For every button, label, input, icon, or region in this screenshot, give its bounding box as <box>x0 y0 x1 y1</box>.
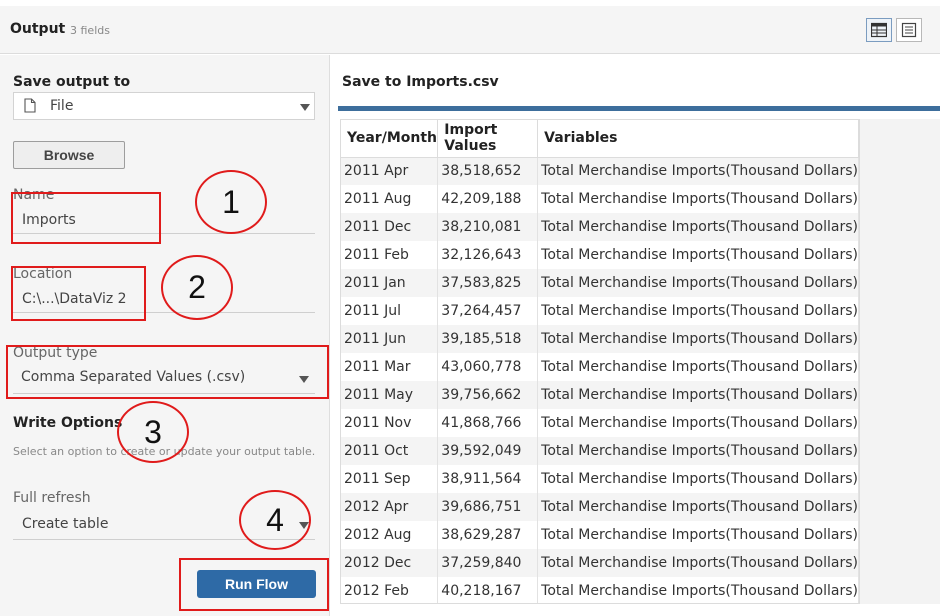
cell-year-month: 2011 Nov <box>341 409 439 437</box>
cell-variable: Total Merchandise Imports(Thousand Dolla… <box>537 213 859 241</box>
column-header-year-month[interactable]: Year/Month <box>341 120 439 158</box>
cell-variable: Total Merchandise Imports(Thousand Dolla… <box>537 549 859 577</box>
browse-button[interactable]: Browse <box>13 141 125 169</box>
write-options-label: Write Options <box>13 415 123 431</box>
table-row: 2011 Apr 38,518,652 Total Merchandise Impo… <box>341 157 859 185</box>
cell-year-month: 2011 Aug <box>341 185 439 213</box>
save-output-value: File <box>50 98 74 114</box>
save-output-label: Save output to <box>13 74 131 90</box>
cell-year-month: 2011 Jun <box>341 325 439 353</box>
annotation-box-name <box>11 192 161 244</box>
chevron-down-icon <box>300 104 310 111</box>
preview-table: Year/Month Import Values Variables 2011 … <box>341 120 859 603</box>
cell-variable: Total Merchandise Imports(Thousand Dolla… <box>537 269 859 297</box>
column-header-import-values[interactable]: Import Values <box>437 120 539 158</box>
cell-variable: Total Merchandise Imports(Thousand Dolla… <box>537 241 859 269</box>
cell-variable: Total Merchandise Imports(Thousand Dolla… <box>537 521 859 549</box>
cell-import-value: 37,583,825 <box>437 269 539 297</box>
table-row: 2012 Feb 40,218,167 Total Merchandise Impo… <box>341 577 859 603</box>
table-row: 2011 Nov 41,868,766 Total Merchandise Impo… <box>341 409 859 437</box>
cell-import-value: 39,185,518 <box>437 325 539 353</box>
table-view-button[interactable] <box>866 18 892 42</box>
cell-variable: Total Merchandise Imports(Thousand Dolla… <box>537 437 859 465</box>
panel-title: Output <box>10 21 66 37</box>
cell-variable: Total Merchandise Imports(Thousand Dolla… <box>537 409 859 437</box>
preview-accent-bar <box>338 106 940 111</box>
annotation-box-run-flow <box>179 558 329 611</box>
annotation-box-location <box>11 266 146 321</box>
cell-variable: Total Merchandise Imports(Thousand Dolla… <box>537 325 859 353</box>
cell-year-month: 2012 Feb <box>341 577 439 603</box>
table-row: 2011 Jul 37,264,457 Total Merchandise Impo… <box>341 297 859 325</box>
cell-import-value: 37,264,457 <box>437 297 539 325</box>
cell-import-value: 38,518,652 <box>437 157 539 185</box>
cell-year-month: 2012 Apr <box>341 493 439 521</box>
list-view-button[interactable] <box>896 18 922 42</box>
table-row: 2012 Dec 37,259,840 Total Merchandise Impo… <box>341 549 859 577</box>
table-row: 2011 Oct 39,592,049 Total Merchandise Impo… <box>341 437 859 465</box>
cell-import-value: 39,592,049 <box>437 437 539 465</box>
table-grid-icon <box>871 22 887 38</box>
field-count: 3 fields <box>70 24 110 37</box>
cell-import-value: 41,868,766 <box>437 409 539 437</box>
cell-import-value: 39,686,751 <box>437 493 539 521</box>
cell-variable: Total Merchandise Imports(Thousand Dolla… <box>537 297 859 325</box>
cell-year-month: 2012 Dec <box>341 549 439 577</box>
full-refresh-label: Full refresh <box>13 490 91 506</box>
table-row: 2011 Dec 38,210,081 Total Merchandise Impo… <box>341 213 859 241</box>
cell-variable: Total Merchandise Imports(Thousand Dolla… <box>537 493 859 521</box>
annotation-marker-4: 4 <box>239 490 311 550</box>
cell-year-month: 2012 Aug <box>341 521 439 549</box>
cell-variable: Total Merchandise Imports(Thousand Dolla… <box>537 353 859 381</box>
cell-import-value: 43,060,778 <box>437 353 539 381</box>
cell-variable: Total Merchandise Imports(Thousand Dolla… <box>537 465 859 493</box>
cell-import-value: 42,209,188 <box>437 185 539 213</box>
table-row: 2011 Aug 42,209,188 Total Merchandise Impo… <box>341 185 859 213</box>
cell-year-month: 2011 Dec <box>341 213 439 241</box>
annotation-marker-1: 1 <box>195 170 267 234</box>
cell-import-value: 38,911,564 <box>437 465 539 493</box>
table-row: 2011 Jan 37,583,825 Total Merchandise Impo… <box>341 269 859 297</box>
table-row: 2012 Aug 38,629,287 Total Merchandise Impo… <box>341 521 859 549</box>
table-header-row: Year/Month Import Values Variables <box>341 120 859 158</box>
cell-import-value: 39,756,662 <box>437 381 539 409</box>
preview-empty-area <box>860 119 940 604</box>
cell-import-value: 38,629,287 <box>437 521 539 549</box>
table-row: 2011 Sep 38,911,564 Total Merchandise Impo… <box>341 465 859 493</box>
column-header-variables[interactable]: Variables <box>537 120 859 158</box>
annotation-marker-2: 2 <box>161 255 233 320</box>
table-row: 2011 Feb 32,126,643 Total Merchandise Impo… <box>341 241 859 269</box>
cell-year-month: 2011 Feb <box>341 241 439 269</box>
cell-year-month: 2011 Jan <box>341 269 439 297</box>
cell-variable: Total Merchandise Imports(Thousand Dolla… <box>537 381 859 409</box>
file-icon <box>24 98 36 113</box>
cell-year-month: 2011 May <box>341 381 439 409</box>
cell-variable: Total Merchandise Imports(Thousand Dolla… <box>537 185 859 213</box>
table-row: 2011 May 39,756,662 Total Merchandise Impo… <box>341 381 859 409</box>
table-row: 2012 Apr 39,686,751 Total Merchandise Impo… <box>341 493 859 521</box>
cell-import-value: 38,210,081 <box>437 213 539 241</box>
cell-import-value: 37,259,840 <box>437 549 539 577</box>
write-mode-value: Create table <box>22 516 109 532</box>
cell-variable: Total Merchandise Imports(Thousand Dolla… <box>537 577 859 603</box>
cell-import-value: 40,218,167 <box>437 577 539 603</box>
cell-year-month: 2011 Mar <box>341 353 439 381</box>
list-view-icon <box>901 22 917 38</box>
cell-year-month: 2011 Oct <box>341 437 439 465</box>
preview-title: Save to Imports.csv <box>342 74 499 90</box>
cell-year-month: 2011 Sep <box>341 465 439 493</box>
table-row: 2011 Jun 39,185,518 Total Merchandise Impo… <box>341 325 859 353</box>
save-output-dropdown[interactable]: File <box>13 92 315 120</box>
table-row: 2011 Mar 43,060,778 Total Merchandise Impo… <box>341 353 859 381</box>
cell-import-value: 32,126,643 <box>437 241 539 269</box>
cell-year-month: 2011 Apr <box>341 157 439 185</box>
cell-year-month: 2011 Jul <box>341 297 439 325</box>
panel-header: Output 3 fields <box>0 6 940 54</box>
cell-variable: Total Merchandise Imports(Thousand Dolla… <box>537 157 859 185</box>
preview-table-container[interactable]: Year/Month Import Values Variables 2011 … <box>340 119 860 604</box>
annotation-box-output-type <box>6 345 329 399</box>
annotation-marker-3: 3 <box>117 401 189 463</box>
